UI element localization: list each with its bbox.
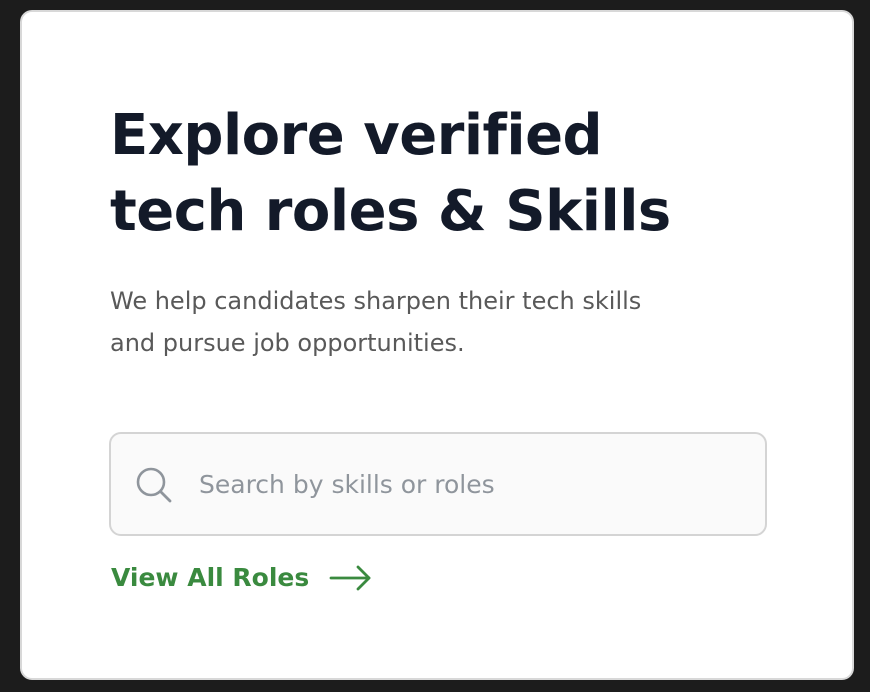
subtitle-line-2: and pursue job opportunities.: [110, 329, 465, 357]
page-title: Explore verified tech roles & Skills: [110, 98, 750, 250]
title-line-1: Explore verified: [110, 103, 603, 168]
search-box[interactable]: [109, 432, 767, 536]
arrow-right-icon: [329, 565, 371, 591]
view-all-roles-link[interactable]: View All Roles: [111, 556, 373, 600]
search-input[interactable]: [199, 460, 739, 508]
title-line-2: tech roles & Skills: [110, 179, 671, 244]
page-subtitle: We help candidates sharpen their tech sk…: [110, 280, 720, 364]
hero-card: Explore verified tech roles & Skills We …: [20, 10, 854, 680]
search-icon: [136, 467, 172, 503]
view-all-roles-label: View All Roles: [111, 563, 310, 592]
subtitle-line-1: We help candidates sharpen their tech sk…: [110, 287, 642, 315]
